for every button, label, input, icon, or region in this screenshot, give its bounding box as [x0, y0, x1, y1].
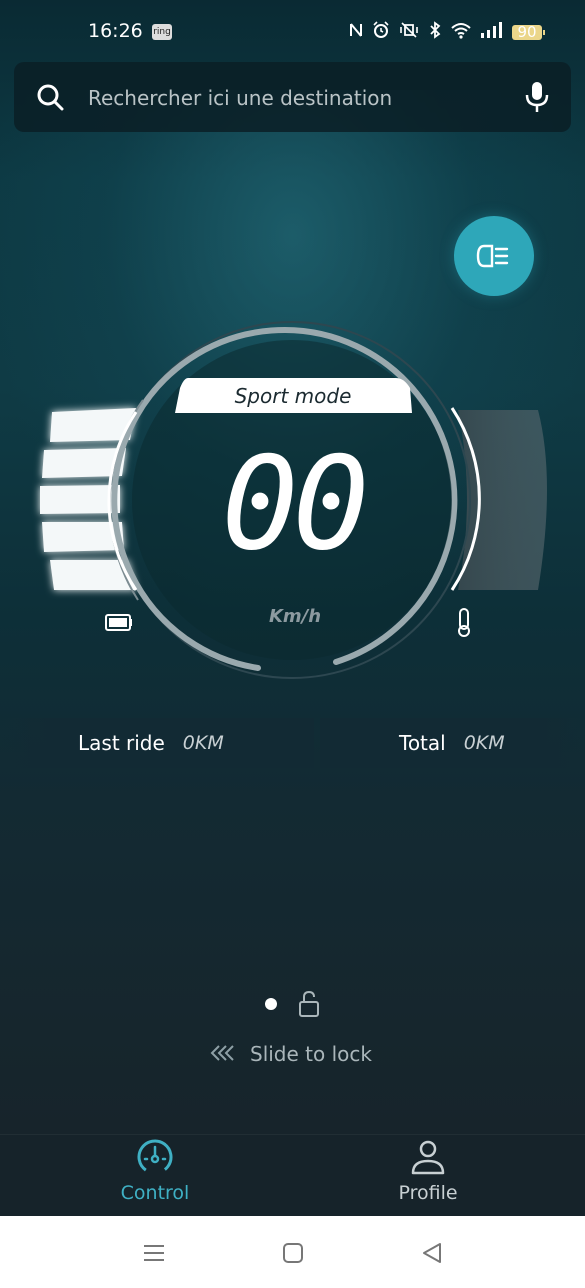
vibrate-icon	[398, 21, 420, 43]
page-indicator-dot	[265, 998, 277, 1010]
search-icon[interactable]	[36, 83, 64, 111]
status-bar: 16:26 ring 90	[0, 0, 585, 62]
tab-profile-label: Profile	[398, 1182, 458, 1204]
headlight-icon	[476, 244, 509, 268]
nfc-icon	[348, 21, 364, 43]
chevrons-left-icon	[210, 1044, 236, 1067]
speed-readout: 00	[221, 430, 369, 579]
bluetooth-icon	[428, 21, 442, 43]
ride-mode-label[interactable]: Sport mode	[175, 381, 411, 411]
total-value: 0KM	[463, 732, 505, 754]
battery-status-icon: 90	[512, 24, 545, 40]
search-bar[interactable]	[14, 62, 571, 132]
speed-unit: Km/h	[268, 606, 322, 627]
tab-profile[interactable]: Profile	[328, 1135, 528, 1217]
total-stat: Total 0KM	[320, 718, 585, 768]
tab-control[interactable]: Control	[55, 1135, 255, 1217]
signal-icon	[480, 21, 504, 43]
ring-app-icon: ring	[152, 24, 172, 40]
headlight-toggle-button[interactable]	[454, 216, 534, 296]
unlock-icon	[299, 990, 319, 1017]
menu-icon[interactable]	[140, 1240, 168, 1266]
ride-stats: Last ride 0KM Total 0KM	[0, 718, 585, 768]
home-icon[interactable]	[279, 1240, 307, 1266]
temperature-bar	[458, 410, 547, 590]
last-ride-label: Last ride	[78, 731, 165, 755]
speedometer-icon	[137, 1139, 173, 1175]
back-icon[interactable]	[418, 1240, 446, 1266]
slide-to-lock[interactable]: Slide to lock	[0, 1040, 585, 1070]
status-icons: 90	[348, 20, 545, 44]
system-navigation-bar	[0, 1216, 585, 1288]
alarm-icon	[372, 21, 390, 43]
tab-control-label: Control	[120, 1182, 190, 1204]
slide-to-lock-label: Slide to lock	[250, 1042, 372, 1066]
wifi-icon	[450, 21, 472, 43]
person-icon	[411, 1140, 445, 1175]
last-ride-stat: Last ride 0KM	[0, 718, 314, 768]
last-ride-value: 0KM	[182, 732, 224, 754]
status-time: 16:26	[88, 20, 143, 42]
search-input[interactable]	[86, 84, 490, 112]
battery-icon	[105, 614, 132, 631]
total-label: Total	[399, 731, 446, 755]
bottom-tab-bar: Control Profile	[0, 1134, 585, 1217]
thermometer-icon	[458, 608, 470, 637]
microphone-icon[interactable]	[524, 80, 550, 114]
